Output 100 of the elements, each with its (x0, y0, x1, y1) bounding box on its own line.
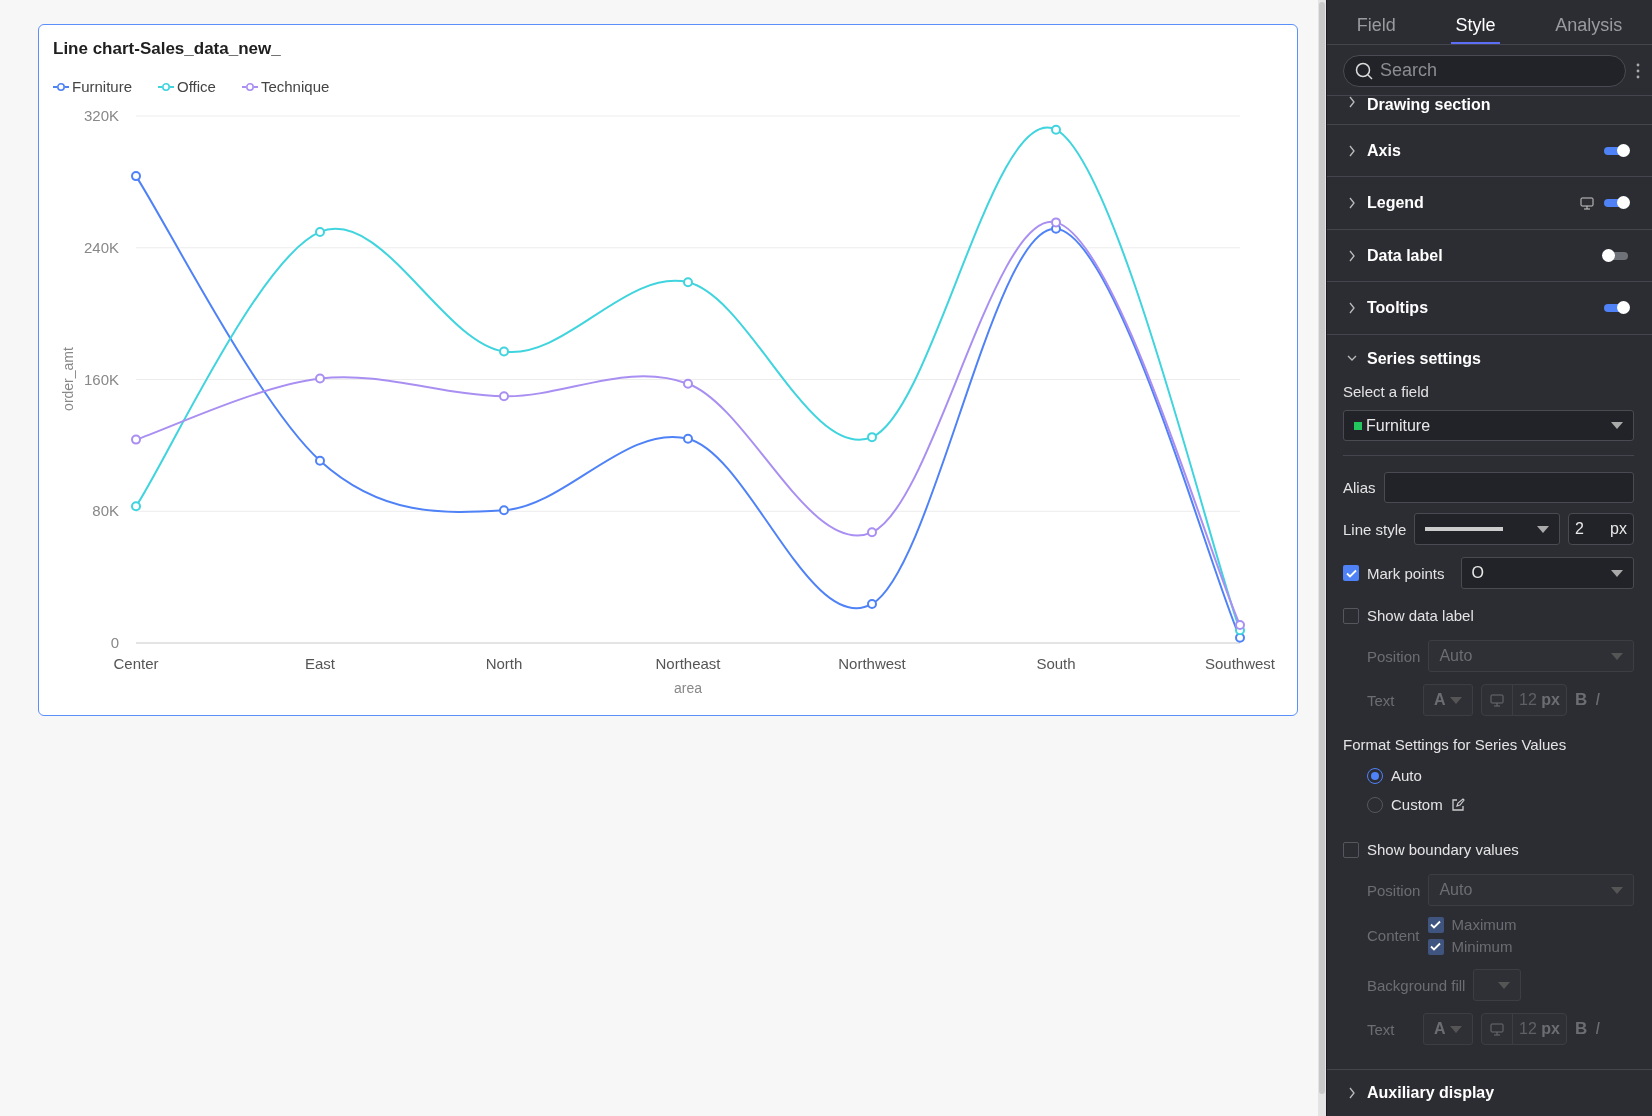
field-dropdown[interactable]: Furniture (1343, 410, 1634, 442)
chevron-right-icon (1347, 144, 1357, 157)
legend-item[interactable]: Office (158, 78, 216, 95)
caret-icon (1450, 1025, 1462, 1033)
section-header[interactable]: Tooltips (1327, 282, 1652, 335)
data-point (683, 378, 693, 389)
scrollbar[interactable] (1318, 0, 1326, 1116)
position-label: Position (1367, 647, 1421, 665)
radio-label: Custom (1391, 796, 1443, 814)
line-sample-icon (1425, 527, 1504, 532)
line-style-dropdown[interactable] (1414, 513, 1560, 546)
data-point (867, 598, 877, 609)
checkbox-label: Maximum (1451, 916, 1517, 934)
toggle-switch[interactable] (1604, 251, 1628, 260)
legend-marker-icon (158, 81, 175, 92)
data-point (867, 432, 877, 443)
data-point (131, 434, 141, 445)
toggle-switch[interactable] (1604, 304, 1628, 313)
toggle-switch[interactable] (1604, 199, 1628, 208)
data-point (315, 455, 325, 466)
chart-title: Line chart-Sales_data_new_ (53, 39, 282, 59)
x-tick-label: South (1036, 655, 1076, 672)
x-tick-label: Northwest (838, 655, 906, 672)
section-header[interactable]: Legend (1327, 177, 1652, 230)
alias-label: Alias (1343, 479, 1376, 497)
section-header[interactable]: Auxiliary display (1327, 1069, 1652, 1116)
data-point (683, 277, 693, 288)
tab[interactable]: Analysis (1551, 0, 1627, 44)
caret-icon (1450, 696, 1462, 704)
tab[interactable]: Style (1451, 0, 1500, 44)
line-width-field[interactable]: 2 px (1568, 513, 1634, 546)
data-point (499, 346, 509, 357)
data-point (1235, 620, 1245, 631)
data-point (131, 501, 141, 512)
data-point (315, 373, 325, 384)
data-point (315, 226, 325, 237)
alias-field[interactable] (1383, 472, 1634, 504)
chevron-right-icon (1347, 1087, 1357, 1100)
monitor-icon (1580, 196, 1594, 210)
caret-icon (1611, 886, 1623, 894)
legend-marker-icon (241, 81, 258, 92)
data-point (867, 527, 877, 538)
legend-item[interactable]: Technique (241, 78, 330, 95)
chevron-right-icon (1347, 302, 1357, 315)
caret-icon (1611, 422, 1623, 430)
checkbox-label: Show data label (1367, 607, 1474, 625)
section-header[interactable]: Drawing section (1327, 95, 1652, 125)
radio-label: Auto (1391, 767, 1422, 785)
chevron-right-icon (1347, 95, 1357, 108)
x-tick-label: Northeast (655, 655, 721, 672)
text-label: Text (1367, 1020, 1396, 1038)
checkbox[interactable] (1343, 565, 1359, 582)
content-label: Content (1367, 927, 1420, 945)
monitor-icon (1490, 1022, 1504, 1036)
section-header[interactable]: Data label (1327, 229, 1652, 283)
y-axis-title: order_amt (60, 347, 76, 411)
legend-item[interactable]: Furniture (53, 78, 133, 95)
fill-color-dropdown[interactable] (1473, 969, 1522, 1002)
section-header[interactable]: Axis (1327, 124, 1652, 178)
y-tick-label: 160K (83, 370, 119, 388)
x-tick-label: North (485, 655, 523, 672)
search-icon (1355, 61, 1373, 80)
line-style-label: Line style (1343, 520, 1407, 538)
y-tick-label: 80K (92, 502, 119, 520)
section-header[interactable]: Series settings (1327, 334, 1652, 384)
data-point (499, 391, 509, 402)
search-field[interactable]: Search (1343, 54, 1626, 87)
x-axis-title: area (674, 680, 702, 696)
data-point (1051, 217, 1061, 228)
monitor-icon (1490, 693, 1504, 707)
data-point (131, 171, 141, 182)
edit-icon[interactable] (1450, 797, 1465, 812)
caret-icon (1537, 525, 1549, 533)
y-tick-label: 0 (110, 634, 119, 651)
checkbox[interactable] (1343, 607, 1359, 624)
checkbox-label: Mark points (1367, 564, 1445, 582)
tab[interactable]: Field (1352, 0, 1400, 44)
field-label: Select a field (1343, 383, 1430, 401)
x-tick-label: East (305, 655, 335, 672)
data-point (499, 505, 509, 516)
text-label: Text (1367, 691, 1396, 709)
checkbox[interactable] (1427, 916, 1444, 933)
chevron-right-icon (1347, 249, 1357, 262)
symbol-dropdown[interactable]: O (1460, 557, 1634, 590)
checkbox[interactable] (1343, 841, 1359, 858)
section-subtitle: Format Settings for Series Values (1343, 736, 1568, 754)
chevron-right-icon (1347, 197, 1357, 210)
caret-icon (1611, 652, 1623, 660)
position-label: Position (1367, 881, 1421, 899)
checkbox[interactable] (1427, 938, 1444, 955)
background-fill-label: Background fill (1367, 976, 1466, 994)
y-tick-label: 240K (83, 238, 119, 256)
caret-icon (1611, 569, 1623, 577)
legend-marker-icon (53, 81, 69, 92)
toggle-switch[interactable] (1604, 146, 1628, 155)
caret-icon (1498, 981, 1511, 989)
x-tick-label: Center (113, 655, 159, 672)
x-tick-label: Southwest (1205, 655, 1275, 672)
more-options-button[interactable] (1636, 62, 1640, 79)
checkbox-label: Minimum (1451, 938, 1513, 956)
